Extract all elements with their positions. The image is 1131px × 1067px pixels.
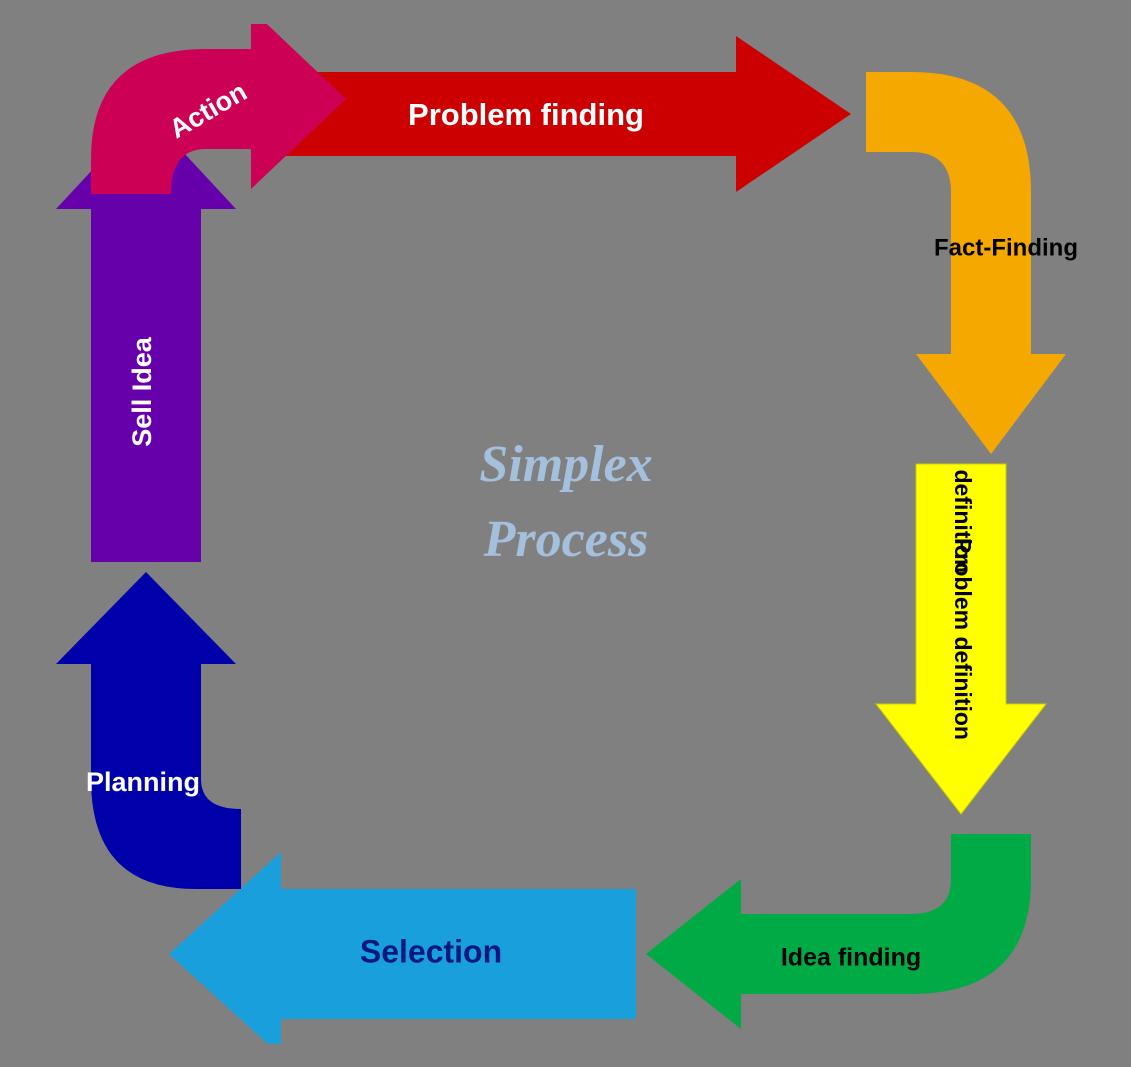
planning-arrow: Planning xyxy=(56,572,241,889)
center-process: Process xyxy=(482,510,648,567)
idea-finding-label: Idea finding xyxy=(780,943,920,971)
planning-label: Planning xyxy=(86,767,200,797)
center-simplex: Simplex xyxy=(479,435,652,492)
problem-finding-arrow: Problem finding xyxy=(251,36,851,192)
selection-label: Selection xyxy=(359,933,501,969)
fact-finding-label: Fact-Finding xyxy=(934,234,1078,261)
idea-finding-arrow: Idea finding xyxy=(646,834,1031,1029)
problem-finding-label: Problem finding xyxy=(408,97,644,132)
sell-idea-label: Sell Idea xyxy=(127,336,157,447)
fact-finding-arrow: Fact-Finding xyxy=(866,72,1078,454)
problem-definition-text: Problem definition xyxy=(949,538,975,740)
action-arrow: Action xyxy=(91,24,346,194)
